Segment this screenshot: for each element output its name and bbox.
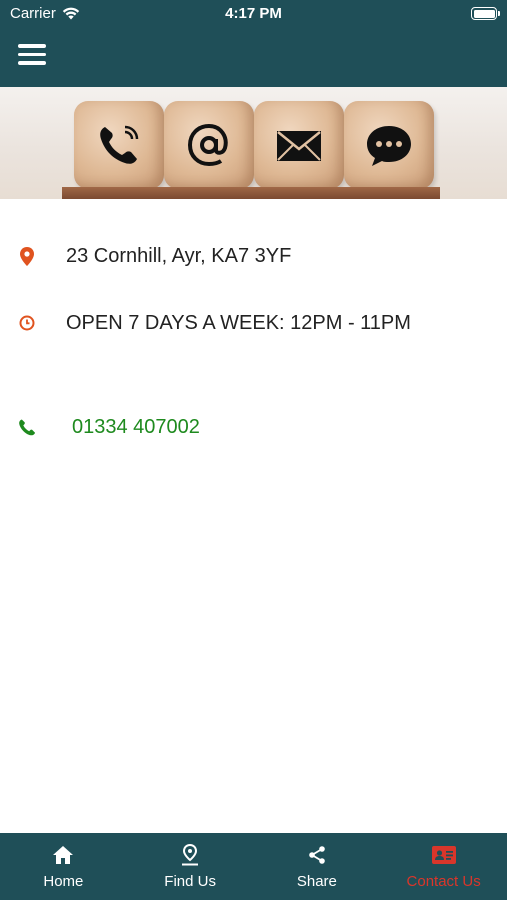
tab-share[interactable]: Share (254, 833, 381, 900)
bottom-tab-bar: Home Find Us Share Contact Us (0, 833, 507, 900)
tab-share-label: Share (296, 873, 337, 890)
envelope-icon (254, 101, 344, 189)
contact-card-icon (431, 843, 456, 867)
hamburger-menu-icon[interactable] (18, 44, 46, 68)
phone-number-link[interactable]: 01334 407002 (72, 416, 200, 439)
address-text: 23 Cornhill, Ayr, KA7 3YF (66, 244, 292, 267)
banner-shelf (62, 187, 440, 199)
tab-find-us[interactable]: Find Us (127, 833, 254, 900)
at-sign-icon (164, 101, 254, 189)
location-pin-icon (178, 843, 202, 867)
opening-hours-row: OPEN 7 DAYS A WEEK: 12PM - 11PM (0, 309, 507, 337)
address-row[interactable]: 23 Cornhill, Ayr, KA7 3YF (0, 242, 507, 270)
tab-find-us-label: Find Us (164, 873, 216, 890)
battery-icon (471, 7, 500, 20)
share-icon (305, 843, 329, 867)
phone-icon (18, 417, 36, 437)
clock: 4:17 PM (225, 5, 282, 22)
clock-icon (18, 313, 36, 333)
tab-home-label: Home (43, 873, 84, 890)
phone-row[interactable]: 01334 407002 (0, 413, 507, 441)
status-bar: Carrier 4:17 PM (0, 0, 507, 30)
map-marker-icon (18, 246, 36, 266)
contact-banner-image (0, 87, 507, 199)
opening-hours-text: OPEN 7 DAYS A WEEK: 12PM - 11PM (66, 311, 411, 334)
phone-icon (74, 101, 164, 189)
tab-contact-us[interactable]: Contact Us (380, 833, 507, 900)
home-icon (51, 843, 75, 867)
tab-contact-us-label: Contact Us (406, 873, 481, 890)
app-header (0, 30, 507, 87)
chat-bubble-icon (344, 101, 434, 189)
tab-home[interactable]: Home (0, 833, 127, 900)
